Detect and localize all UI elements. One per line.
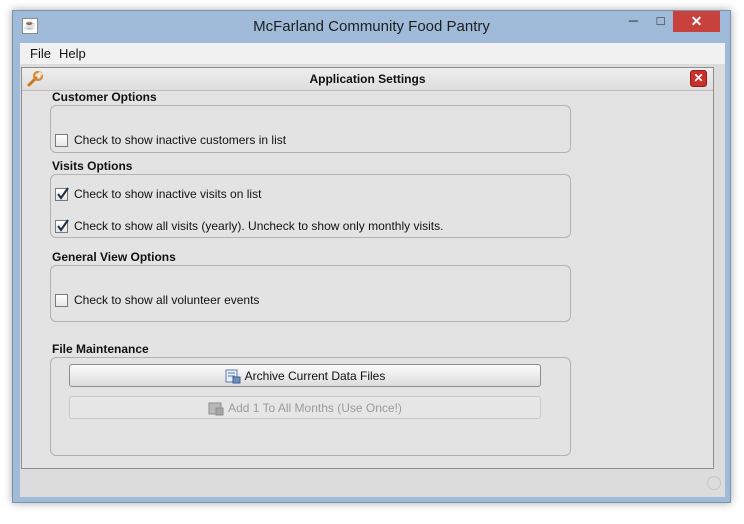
inactive-visits-label: Check to show inactive visits on list [74, 187, 262, 201]
customer-options-label: Customer Options [52, 90, 157, 104]
inactive-visits-option[interactable]: Check to show inactive visits on list [55, 186, 261, 202]
archive-icon [225, 369, 241, 383]
menu-file[interactable]: File [30, 46, 51, 61]
inactive-customers-checkbox[interactable] [55, 133, 68, 147]
volunteer-events-option[interactable]: Check to show all volunteer events [55, 292, 259, 308]
visits-options-group: Check to show inactive visits on list Ch… [50, 174, 571, 238]
close-button[interactable]: ✕ [673, 11, 720, 32]
inactive-visits-checkbox[interactable] [55, 186, 69, 201]
title-bar[interactable]: ☕ McFarland Community Food Pantry ─ □ ✕ [13, 11, 730, 42]
file-maintenance-label: File Maintenance [52, 342, 149, 356]
minimize-button[interactable]: ─ [620, 11, 647, 32]
checkmark-icon [57, 218, 69, 232]
desktop-pane: Application Settings ✕ Customer Options … [20, 64, 725, 497]
internal-frame-title-bar[interactable]: Application Settings ✕ [22, 68, 713, 91]
volunteer-events-checkbox[interactable] [55, 293, 68, 307]
archive-button-label: Archive Current Data Files [244, 368, 386, 383]
dialog-close-button[interactable]: ✕ [690, 70, 707, 87]
calendar-add-icon [208, 402, 224, 415]
add-to-all-months-button[interactable]: Add 1 To All Months (Use Once!) [69, 396, 541, 419]
maximize-button[interactable]: □ [647, 11, 674, 32]
archive-data-files-button[interactable]: Archive Current Data Files [69, 364, 541, 387]
settings-internal-frame: Application Settings ✕ Customer Options … [21, 67, 714, 469]
checkmark-icon [57, 186, 69, 200]
status-bar [20, 470, 725, 497]
visits-options-label: Visits Options [52, 159, 133, 173]
file-maintenance-group: Archive Current Data Files Add 1 To All … [50, 357, 571, 456]
all-visits-option[interactable]: Check to show all visits (yearly). Unche… [55, 218, 443, 234]
status-indicator-icon [707, 476, 721, 490]
volunteer-events-label: Check to show all volunteer events [74, 293, 260, 307]
all-visits-label: Check to show all visits (yearly). Unche… [74, 219, 444, 233]
general-options-group: Check to show all volunteer events [50, 265, 571, 322]
customer-options-group: Check to show inactive customers in list [50, 105, 571, 153]
add-button-label: Add 1 To All Months (Use Once!) [228, 400, 402, 415]
all-visits-checkbox[interactable] [55, 218, 69, 233]
app-window: ☕ McFarland Community Food Pantry ─ □ ✕ … [12, 10, 731, 503]
dialog-title: Application Settings [309, 72, 426, 86]
general-options-label: General View Options [52, 250, 176, 264]
inactive-customers-option[interactable]: Check to show inactive customers in list [55, 132, 286, 148]
menu-bar: File Help [20, 43, 725, 65]
menu-help[interactable]: Help [59, 46, 86, 61]
inactive-customers-label: Check to show inactive customers in list [74, 133, 287, 147]
